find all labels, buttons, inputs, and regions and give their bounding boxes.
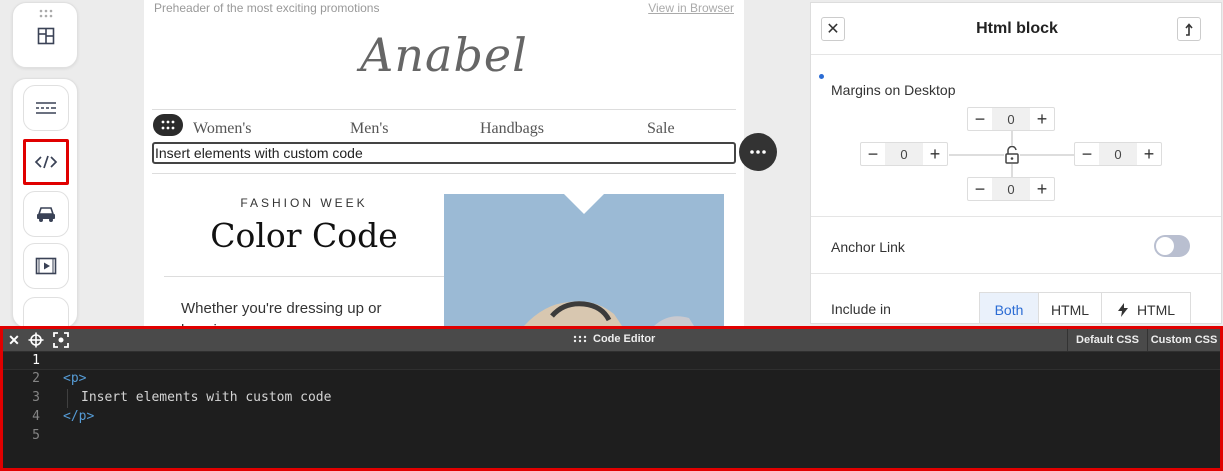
anchor-link-toggle[interactable] bbox=[1154, 235, 1190, 257]
line-number: 5 bbox=[32, 428, 40, 443]
increment-button[interactable]: + bbox=[923, 143, 947, 165]
html-block-selected[interactable]: Insert elements with custom code bbox=[152, 142, 736, 164]
code-editor-toolbar: ✕ Code Editor Default CSS Custom CSS bbox=[3, 329, 1220, 351]
layout-blocks-icon bbox=[37, 27, 55, 45]
eyebrow-text[interactable]: FASHION WEEK bbox=[164, 196, 444, 210]
tab-default-css[interactable]: Default CSS bbox=[1067, 329, 1147, 351]
margin-top-stepper[interactable]: − 0 + bbox=[967, 107, 1055, 131]
tab-custom-css[interactable]: Custom CSS bbox=[1147, 329, 1220, 351]
more-dots-icon bbox=[750, 150, 766, 154]
margin-right-stepper[interactable]: − 0 + bbox=[1074, 142, 1162, 166]
move-editor-button[interactable] bbox=[28, 332, 44, 348]
anchor-link-label: Anchor Link bbox=[831, 239, 905, 255]
editor-title-text: Code Editor bbox=[593, 333, 656, 345]
drag-dots-icon bbox=[161, 120, 175, 130]
line-number: 4 bbox=[32, 409, 40, 424]
html-code-icon bbox=[34, 155, 58, 169]
code-line[interactable]: 2 <p> bbox=[3, 370, 1220, 389]
divider-block-button[interactable] bbox=[23, 85, 69, 131]
preheader-text[interactable]: Preheader of the most exciting promotion… bbox=[154, 1, 379, 15]
divider bbox=[811, 216, 1221, 217]
toggle-knob bbox=[1156, 237, 1174, 255]
drag-handle-icon bbox=[573, 335, 587, 343]
focus-editor-button[interactable] bbox=[53, 332, 69, 348]
line-number: 1 bbox=[32, 353, 40, 368]
video-icon bbox=[35, 257, 57, 275]
headline[interactable]: Color Code bbox=[164, 216, 444, 255]
body-text[interactable]: Whether you're dressing up or keeping bbox=[181, 298, 431, 326]
margins-label: Margins on Desktop bbox=[831, 82, 956, 98]
include-in-label: Include in bbox=[831, 301, 891, 317]
decrement-button[interactable]: − bbox=[968, 178, 992, 200]
increment-button[interactable]: + bbox=[1030, 178, 1054, 200]
changed-indicator bbox=[819, 74, 824, 79]
line-number: 2 bbox=[32, 371, 40, 386]
lightning-icon bbox=[1117, 303, 1128, 317]
arrow-up-icon bbox=[1185, 23, 1193, 36]
panel-header: ✕ Html block bbox=[811, 3, 1221, 55]
car-icon bbox=[37, 207, 55, 222]
nav-item-women[interactable]: Women's bbox=[193, 120, 251, 138]
increment-button[interactable]: + bbox=[1030, 108, 1054, 130]
line-code: </p> bbox=[63, 409, 95, 424]
divider bbox=[152, 173, 736, 174]
code-line[interactable]: 1 bbox=[3, 351, 1220, 370]
margin-bottom-value[interactable]: 0 bbox=[992, 178, 1030, 200]
block-drag-handle[interactable] bbox=[153, 114, 183, 136]
close-icon: ✕ bbox=[8, 331, 20, 348]
code-line[interactable]: 4 </p> bbox=[3, 408, 1220, 427]
decrement-button[interactable]: − bbox=[861, 143, 885, 165]
code-editor-panel: ✕ Code Editor Default CSS Custom CSS 1 2… bbox=[0, 326, 1223, 471]
unlock-icon[interactable] bbox=[1004, 146, 1020, 164]
video-block-button[interactable] bbox=[23, 243, 69, 289]
code-line[interactable]: 3 Insert elements with custom code bbox=[3, 389, 1220, 408]
block-more-button[interactable] bbox=[739, 133, 777, 171]
settings-panel: ✕ Html block Margins on Desktop − 0 + − … bbox=[810, 2, 1222, 324]
divider-icon bbox=[36, 102, 56, 114]
nav-item-men[interactable]: Men's bbox=[350, 120, 388, 138]
divider bbox=[152, 109, 736, 110]
product-block-button[interactable] bbox=[23, 191, 69, 237]
more-blocks-button[interactable] bbox=[23, 297, 69, 327]
include-html-option[interactable]: HTML bbox=[1038, 292, 1102, 323]
email-canvas: Preheader of the most exciting promotion… bbox=[144, 0, 744, 326]
line-code: Insert elements with custom code bbox=[81, 390, 332, 405]
nav-item-sale[interactable]: Sale bbox=[647, 120, 675, 138]
line-number: 3 bbox=[32, 390, 40, 405]
divider bbox=[164, 276, 444, 277]
drag-handle-icon[interactable] bbox=[38, 9, 54, 19]
hero-image[interactable] bbox=[444, 194, 724, 326]
editor-title[interactable]: Code Editor bbox=[573, 333, 655, 345]
divider bbox=[811, 273, 1221, 274]
move-arrows-icon bbox=[28, 332, 44, 348]
line-code: <p> bbox=[63, 371, 87, 386]
margin-bottom-stepper[interactable]: − 0 + bbox=[967, 177, 1055, 201]
decrement-button[interactable]: − bbox=[1075, 143, 1099, 165]
brand-logo[interactable]: Anabel bbox=[144, 28, 744, 82]
include-amp-html-option[interactable]: HTML bbox=[1101, 292, 1191, 323]
margin-right-value[interactable]: 0 bbox=[1099, 143, 1137, 165]
panel-title: Html block bbox=[976, 20, 1058, 37]
margin-top-value[interactable]: 0 bbox=[992, 108, 1030, 130]
include-amp-html-label: HTML bbox=[1136, 302, 1176, 318]
code-line[interactable]: 5 bbox=[3, 427, 1220, 446]
fullscreen-icon bbox=[53, 332, 69, 348]
select-parent-button[interactable] bbox=[1177, 17, 1201, 41]
close-editor-button[interactable]: ✕ bbox=[6, 332, 22, 348]
margin-left-value[interactable]: 0 bbox=[885, 143, 923, 165]
fashion-photo bbox=[524, 194, 694, 326]
decrement-button[interactable]: − bbox=[968, 108, 992, 130]
blocks-toolbar bbox=[12, 78, 78, 328]
margin-left-stepper[interactable]: − 0 + bbox=[860, 142, 948, 166]
include-both-option[interactable]: Both bbox=[979, 292, 1039, 323]
nav-item-handbags[interactable]: Handbags bbox=[480, 120, 544, 138]
view-in-browser-link[interactable]: View in Browser bbox=[648, 1, 734, 15]
html-block-button[interactable] bbox=[23, 139, 69, 185]
increment-button[interactable]: + bbox=[1137, 143, 1161, 165]
blocks-panel-toggle[interactable] bbox=[12, 2, 78, 68]
